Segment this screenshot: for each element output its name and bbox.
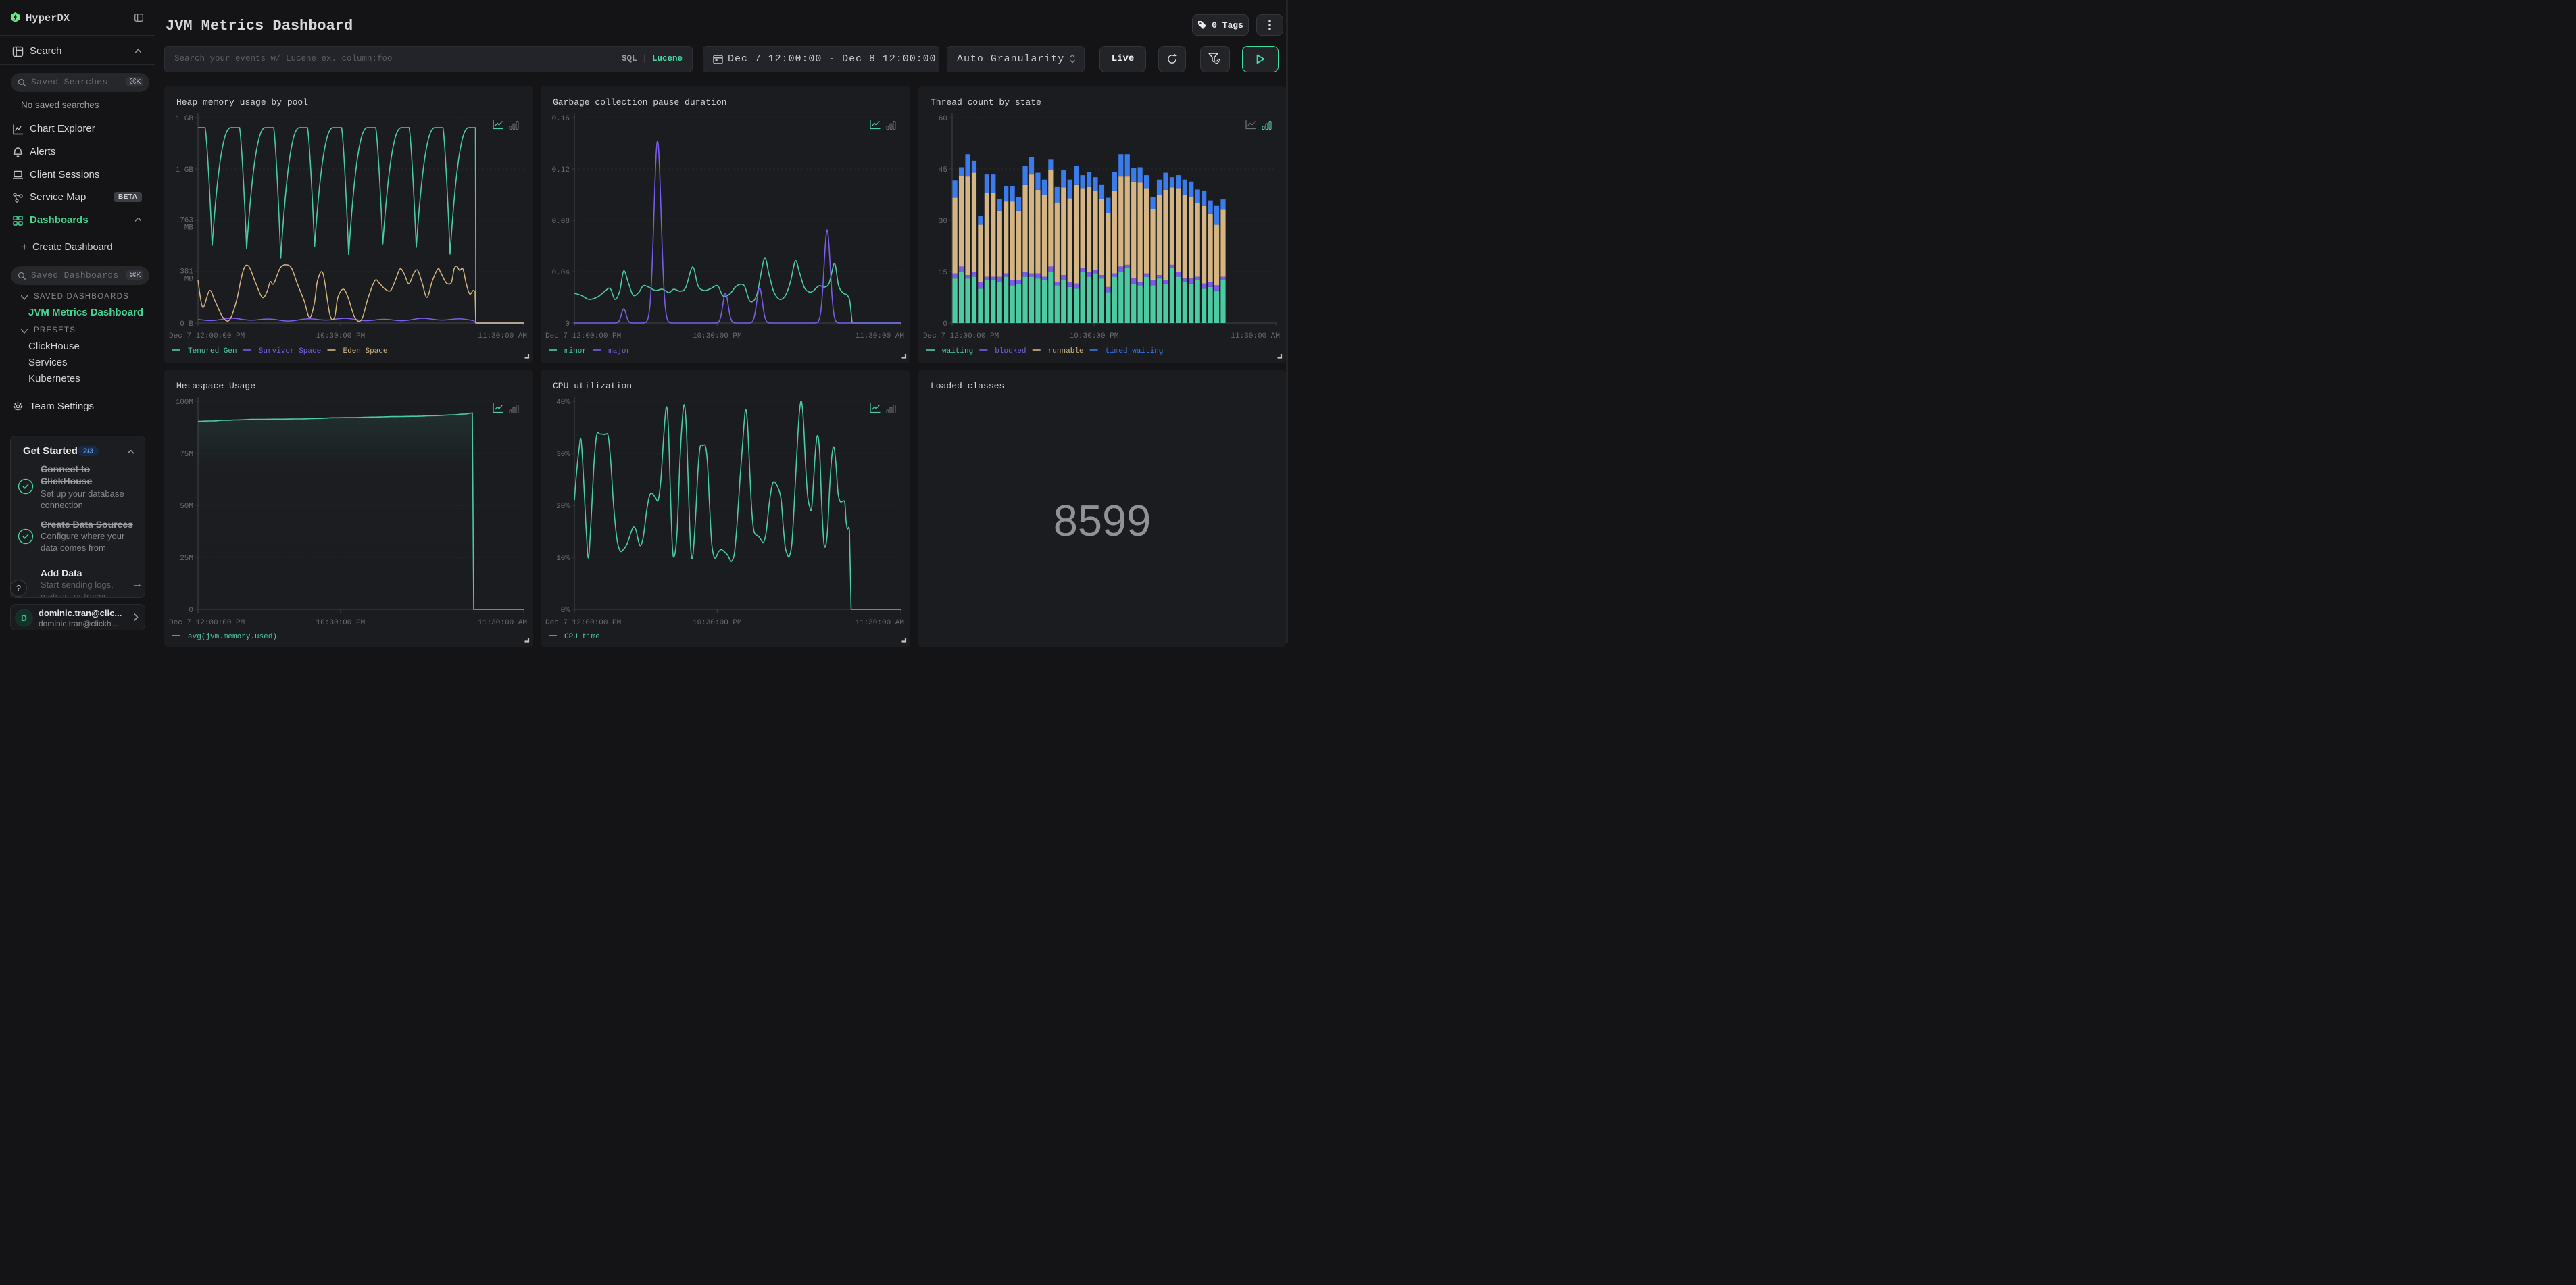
svg-text:100M: 100M xyxy=(176,399,193,407)
svg-text:11:30:00 AM: 11:30:00 AM xyxy=(1231,332,1280,341)
svg-text:CPU utilization: CPU utilization xyxy=(553,381,632,391)
svg-text:Dec 7 12:00:00 PM: Dec 7 12:00:00 PM xyxy=(545,619,621,627)
svg-text:avg(jvm.memory.used): avg(jvm.memory.used) xyxy=(188,633,277,641)
svg-text:Dec 7 12:00:00 PM: Dec 7 12:00:00 PM xyxy=(923,332,999,341)
svg-text:25M: 25M xyxy=(180,555,193,563)
svg-text:0.12: 0.12 xyxy=(552,166,570,174)
svg-text:Dec 7 12:00:00 PM: Dec 7 12:00:00 PM xyxy=(545,332,621,341)
svg-text:0: 0 xyxy=(189,607,193,615)
svg-text:10:30:00 PM: 10:30:00 PM xyxy=(316,332,366,341)
svg-text:Heap memory usage by pool: Heap memory usage by pool xyxy=(176,97,308,107)
svg-text:11:30:00 AM: 11:30:00 AM xyxy=(478,332,527,341)
svg-text:45: 45 xyxy=(939,166,947,174)
svg-text:Thread count by state: Thread count by state xyxy=(931,97,1041,107)
svg-text:0.04: 0.04 xyxy=(552,269,570,277)
svg-text:major: major xyxy=(608,347,630,355)
svg-text:40%: 40% xyxy=(556,399,570,407)
svg-text:minor: minor xyxy=(564,347,587,355)
svg-text:0 B: 0 B xyxy=(180,320,193,328)
svg-text:Garbage collection pause durat: Garbage collection pause duration xyxy=(553,97,726,107)
svg-text:Loaded classes: Loaded classes xyxy=(931,381,1004,391)
svg-text:11:30:00 AM: 11:30:00 AM xyxy=(855,619,904,627)
svg-text:CPU time: CPU time xyxy=(564,633,600,641)
svg-text:Eden Space: Eden Space xyxy=(343,347,388,355)
svg-text:0: 0 xyxy=(565,320,570,328)
svg-text:runnable: runnable xyxy=(1048,347,1084,355)
svg-text:30: 30 xyxy=(939,218,947,226)
svg-text:MB: MB xyxy=(184,276,194,284)
svg-text:11:30:00 AM: 11:30:00 AM xyxy=(478,619,527,627)
svg-text:75M: 75M xyxy=(180,451,193,459)
svg-text:Dec 7 12:00:00 PM: Dec 7 12:00:00 PM xyxy=(169,332,245,341)
svg-text:8599: 8599 xyxy=(1054,496,1151,545)
svg-text:blocked: blocked xyxy=(995,347,1026,355)
svg-text:1 GB: 1 GB xyxy=(176,115,194,123)
svg-text:0.16: 0.16 xyxy=(552,115,570,123)
svg-text:Metaspace Usage: Metaspace Usage xyxy=(176,381,255,391)
svg-text:20%: 20% xyxy=(556,503,570,511)
svg-text:Tenured Gen: Tenured Gen xyxy=(188,347,237,355)
svg-text:timed_waiting: timed_waiting xyxy=(1106,347,1164,355)
svg-text:15: 15 xyxy=(939,269,947,277)
svg-text:10:30:00 PM: 10:30:00 PM xyxy=(316,619,366,627)
svg-text:waiting: waiting xyxy=(942,347,973,355)
svg-text:Survivor Space: Survivor Space xyxy=(259,347,321,355)
svg-text:MB: MB xyxy=(184,224,194,232)
svg-text:60: 60 xyxy=(939,115,947,123)
svg-text:30%: 30% xyxy=(556,451,570,459)
svg-text:11:30:00 AM: 11:30:00 AM xyxy=(855,332,904,341)
svg-text:10:30:00 PM: 10:30:00 PM xyxy=(1070,332,1119,341)
svg-text:10%: 10% xyxy=(556,555,570,563)
svg-text:0: 0 xyxy=(943,320,947,328)
svg-text:0%: 0% xyxy=(561,607,570,615)
svg-text:50M: 50M xyxy=(180,503,193,511)
svg-text:0.08: 0.08 xyxy=(552,218,570,226)
svg-text:10:30:00 PM: 10:30:00 PM xyxy=(693,619,742,627)
svg-text:Dec 7 12:00:00 PM: Dec 7 12:00:00 PM xyxy=(169,619,245,627)
svg-text:1 GB: 1 GB xyxy=(176,166,194,174)
svg-text:10:30:00 PM: 10:30:00 PM xyxy=(693,332,742,341)
